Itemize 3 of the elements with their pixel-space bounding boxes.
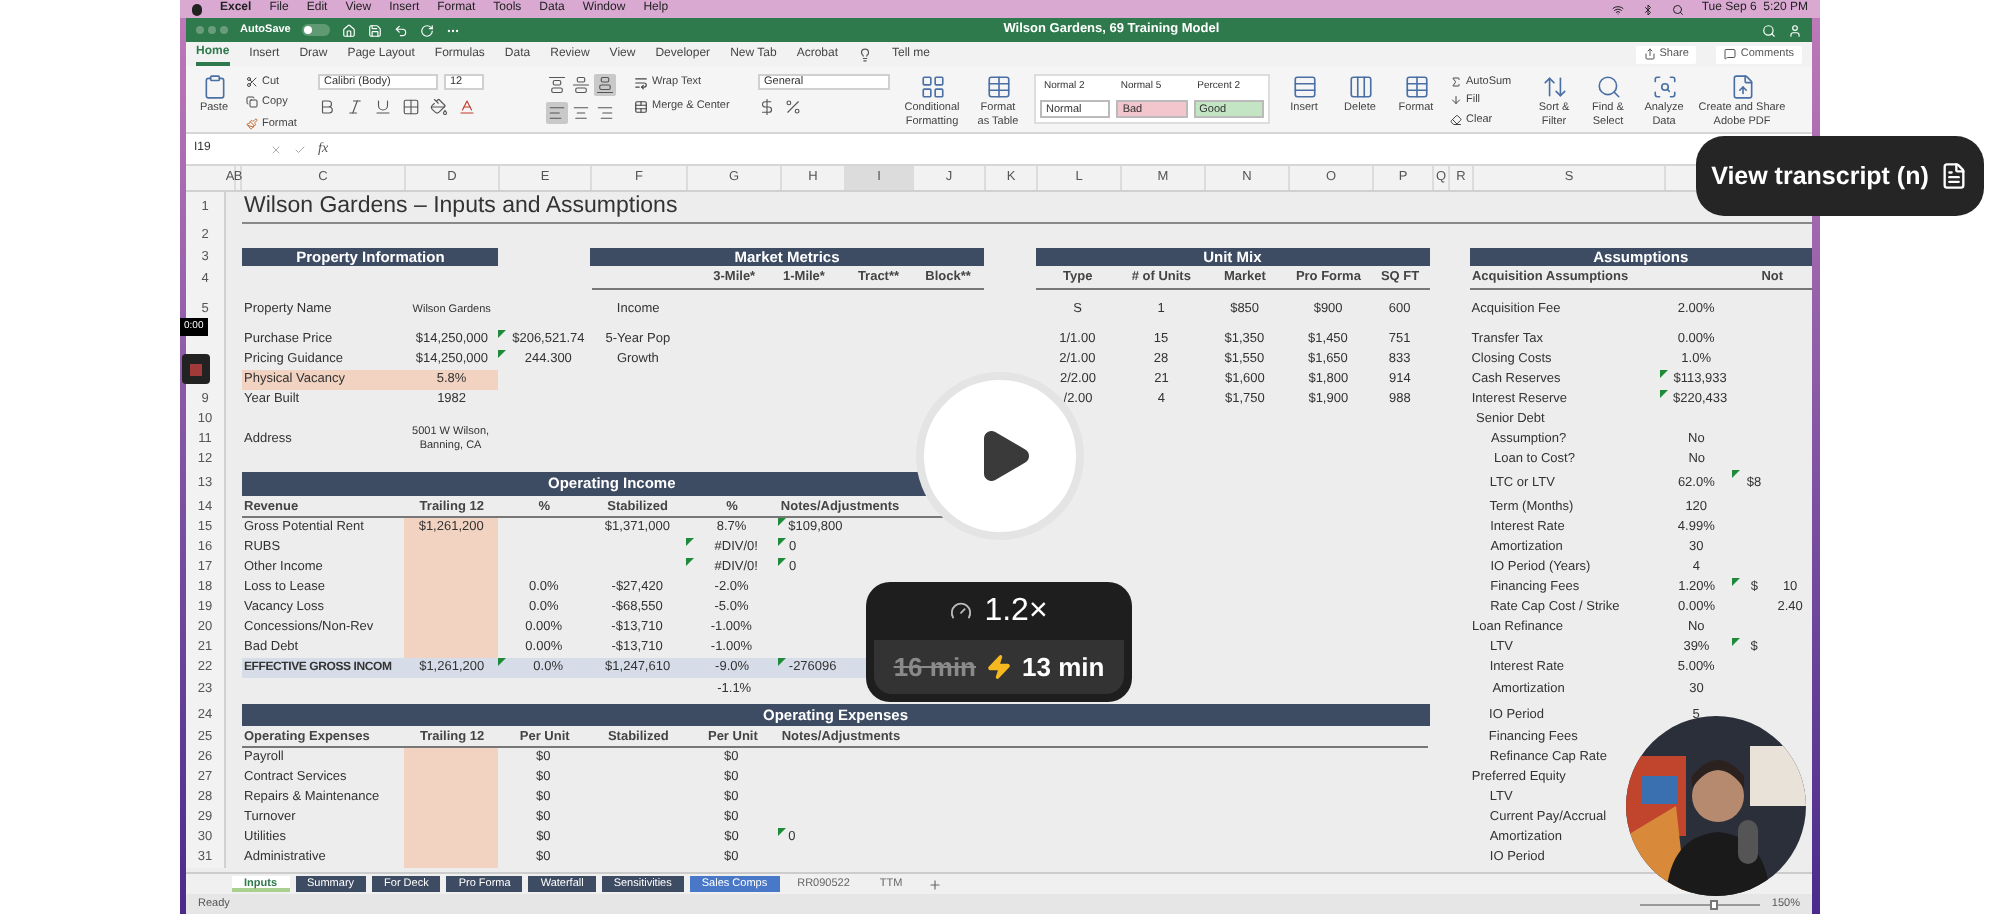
original-duration: 16 min (893, 649, 976, 686)
new-duration: 13 min (1022, 649, 1105, 686)
cell-text: Wilson Gardens – Inputs and Assumptions (244, 191, 678, 222)
